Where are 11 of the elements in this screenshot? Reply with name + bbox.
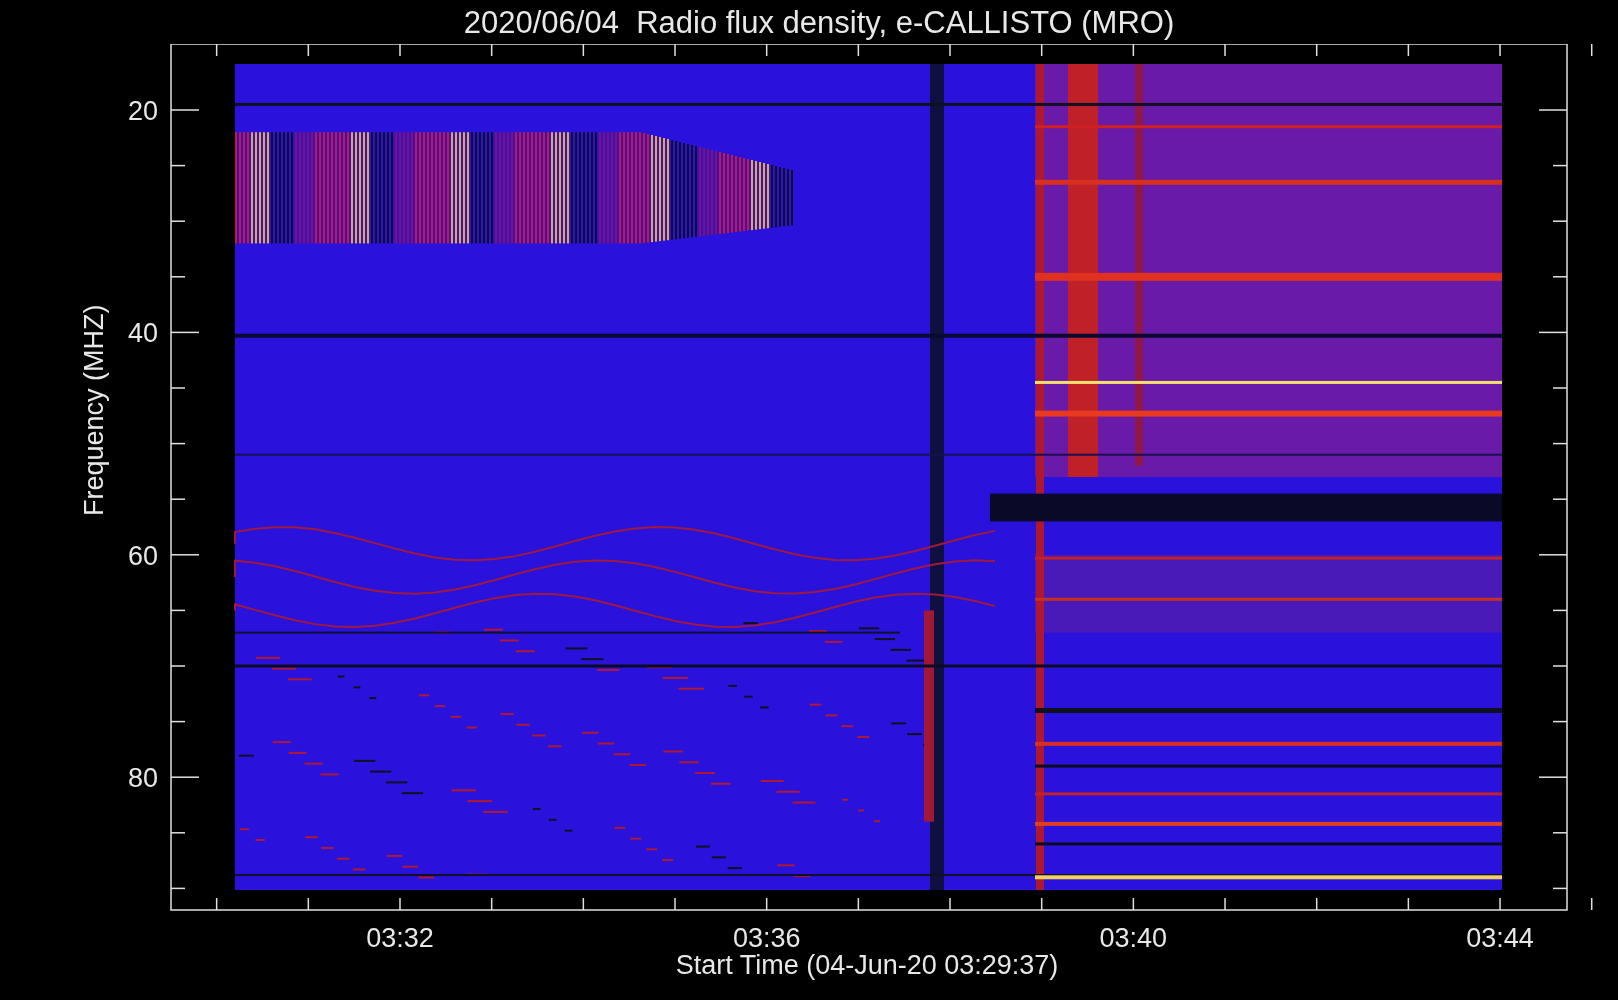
x-tick-label: 03:40 — [1099, 923, 1168, 953]
x-tick-label: 03:44 — [1466, 923, 1534, 953]
y-tick-label: 60 — [127, 540, 158, 571]
chart-title: 2020/06/04 Radio flux density, e-CALLISTO (MRO) — [463, 6, 1175, 38]
y-tick-label: 40 — [127, 318, 158, 349]
x-tick-label: 03:36 — [732, 923, 801, 953]
y-tick-label: 20 — [127, 96, 158, 126]
x-axis-label: Start Time (04-Jun-20 03:29:37) — [675, 950, 1059, 980]
y-tick-label: 80 — [127, 763, 158, 794]
x-tick-label: 03:32 — [366, 923, 434, 953]
y-axis-label: Frequency (MHZ) — [79, 304, 109, 516]
